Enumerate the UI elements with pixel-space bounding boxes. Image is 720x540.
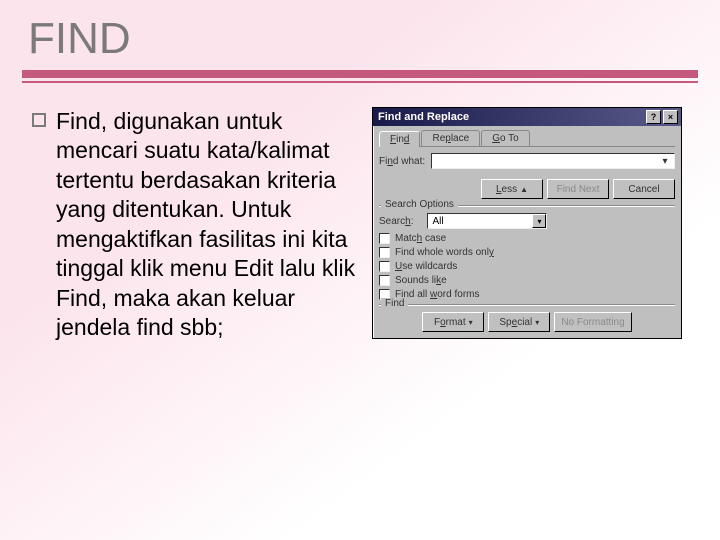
search-options-line: Search Options: [379, 205, 675, 207]
less-button[interactable]: Less ▲: [481, 179, 543, 199]
dialog-titlebar[interactable]: Find and Replace ? ×: [373, 108, 681, 126]
find-replace-dialog: Find and Replace ? × Find Replace Go To …: [372, 107, 682, 339]
no-formatting-button[interactable]: No Formatting: [554, 312, 631, 332]
dialog-title: Find and Replace: [378, 111, 469, 123]
check-label: Find whole words only: [395, 247, 494, 258]
special-button[interactable]: Special ▾: [488, 312, 550, 332]
bullet-row: Find, digunakan untuk mencari suatu kata…: [32, 107, 362, 343]
check-whole-words[interactable]: Find whole words only: [379, 247, 675, 258]
body-text: Find, digunakan untuk mencari suatu kata…: [56, 107, 362, 343]
slide-title: FIND: [22, 14, 698, 68]
tab-replace-label: Replace: [432, 133, 469, 144]
check-label: Match case: [395, 233, 446, 244]
bottom-buttons: Format ▾ Special ▾ No Formatting: [379, 312, 675, 332]
checkbox-icon: [379, 261, 390, 272]
checkbox-icon: [379, 275, 390, 286]
search-options-label: Search Options: [381, 199, 458, 210]
check-word-forms[interactable]: Find all word forms: [379, 289, 675, 300]
find-what-label: Find what:: [379, 156, 425, 167]
search-direction-row: Search: All ▾: [379, 213, 675, 229]
tab-find[interactable]: Find: [379, 131, 420, 147]
chevron-down-icon: ▾: [469, 318, 473, 327]
chevron-down-icon: ▾: [535, 318, 539, 327]
tab-strip: Find Replace Go To: [379, 130, 675, 147]
checkbox-icon: [379, 247, 390, 258]
find-next-button[interactable]: Find Next: [547, 179, 609, 199]
find-group: Find Format ▾ Special ▾ No Formatting: [379, 304, 675, 332]
search-direction-select[interactable]: All ▾: [427, 213, 547, 229]
find-group-label: Find: [381, 298, 408, 309]
left-column: Find, digunakan untuk mencari suatu kata…: [22, 107, 362, 343]
check-match-case[interactable]: Match case: [379, 233, 675, 244]
search-label: Search:: [379, 216, 413, 227]
right-column: Find and Replace ? × Find Replace Go To …: [372, 107, 698, 343]
search-options-group: Search Options Search: All ▾ Match case …: [379, 205, 675, 300]
format-button[interactable]: Format ▾: [422, 312, 484, 332]
tab-find-label: Find: [390, 134, 409, 145]
check-sounds-like[interactable]: Sounds like: [379, 275, 675, 286]
chevron-down-icon[interactable]: ▾: [658, 156, 672, 167]
help-button[interactable]: ?: [646, 110, 661, 124]
dialog-body: Find Replace Go To Find what: ▾ Less ▲: [373, 126, 681, 338]
bullet-icon: [32, 113, 46, 127]
search-direction-value: All: [432, 216, 443, 227]
check-label: Sounds like: [395, 275, 447, 286]
action-button-row: Less ▲ Find Next Cancel: [379, 179, 675, 199]
chevron-down-icon: ▾: [532, 214, 546, 228]
cancel-button[interactable]: Cancel: [613, 179, 675, 199]
close-button[interactable]: ×: [663, 110, 678, 124]
checkbox-icon: [379, 233, 390, 244]
find-what-input[interactable]: ▾: [431, 153, 675, 169]
check-label: Use wildcards: [395, 261, 457, 272]
title-rule-thin: [22, 81, 698, 83]
check-wildcards[interactable]: Use wildcards: [379, 261, 675, 272]
content-row: Find, digunakan untuk mencari suatu kata…: [22, 107, 698, 343]
tab-replace[interactable]: Replace: [421, 130, 480, 146]
tab-goto[interactable]: Go To: [481, 130, 530, 146]
less-glyph: ▲: [520, 185, 528, 194]
find-what-row: Find what: ▾: [379, 153, 675, 169]
find-group-line: Find: [379, 304, 675, 306]
slide: FIND Find, digunakan untuk mencari suatu…: [0, 0, 720, 540]
title-rule-thick: [22, 70, 698, 78]
tab-goto-label: Go To: [492, 133, 519, 144]
